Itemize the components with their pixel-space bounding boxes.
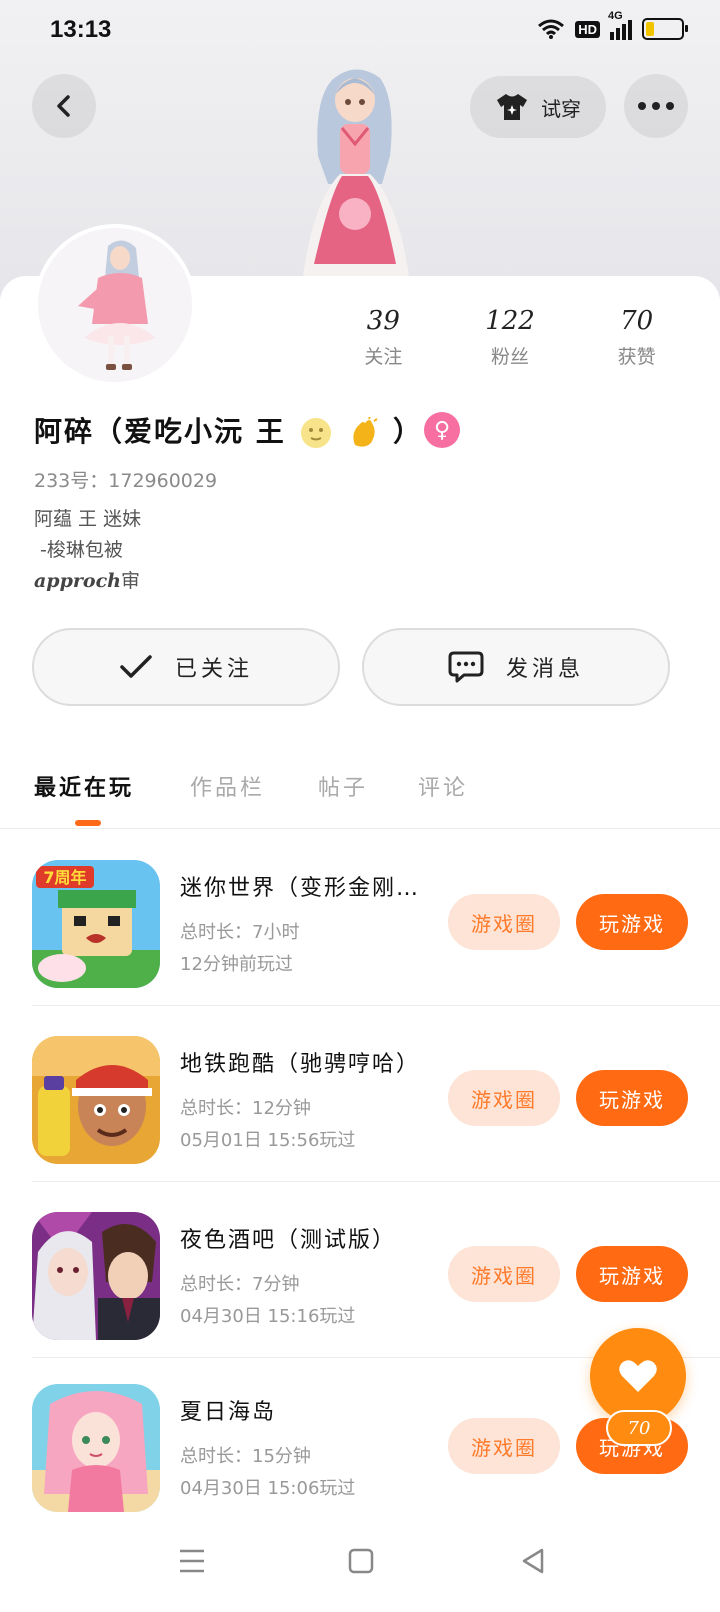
bio-signature-tail: 审 <box>120 570 140 592</box>
stat-followers-label: 粉丝 <box>491 346 530 368</box>
game-circle-button[interactable]: 游戏圈 <box>448 1246 560 1302</box>
checkmark-icon <box>120 655 152 678</box>
game-icon-subway-surfers[interactable] <box>32 1036 160 1164</box>
battery-icon <box>642 18 688 40</box>
avatar[interactable] <box>34 224 196 386</box>
user-id: 233号：172960029 <box>34 470 218 492</box>
like-count-badge: 70 <box>606 1410 672 1446</box>
game-icon-image <box>32 1036 160 1164</box>
game-icon-mini-world[interactable]: 7周年 <box>32 860 160 988</box>
game-last-played: 12分钟前玩过 <box>180 954 293 975</box>
tab-comments[interactable]: 评论 <box>418 770 468 802</box>
tshirt-icon <box>497 94 527 120</box>
try-on-label: 试穿 <box>541 96 581 121</box>
more-dots-icon <box>638 102 674 110</box>
bio-signature: approch <box>34 570 121 592</box>
game-icon-image <box>32 1212 160 1340</box>
active-tab-indicator <box>75 820 101 826</box>
profile-tabs: 最近在玩 作品栏 帖子 评论 <box>0 760 720 828</box>
game-list-item[interactable]: 7周年 迷你世界（变形金刚联动） 总时长：7小时 12分钟前玩过 游戏圈 玩游戏 <box>0 830 720 1006</box>
avatar-3d-figure[interactable] <box>270 64 440 300</box>
play-game-button[interactable]: 玩游戏 <box>576 1246 688 1302</box>
stat-following[interactable]: 39 关注 <box>320 306 447 369</box>
stat-following-value: 39 <box>366 306 400 336</box>
stat-likes-label: 获赞 <box>617 346 656 368</box>
stat-followers[interactable]: 122 粉丝 <box>447 306 574 369</box>
clapping-hands-emoji-icon <box>353 417 378 447</box>
game-last-played: 04月30日 15:06玩过 <box>180 1478 356 1499</box>
send-message-label: 发消息 <box>505 657 584 682</box>
gender-female-icon: ♀ <box>424 412 460 448</box>
status-icons: HD 4G <box>537 10 688 40</box>
game-title: 夜色酒吧（测试版） <box>180 1228 397 1253</box>
game-list-item[interactable]: 地铁跑酷（驰骋哼哈） 总时长：12分钟 05月01日 15:56玩过 游戏圈 玩… <box>0 1006 720 1182</box>
profile-name-suffix: ） <box>393 415 424 448</box>
send-message-button[interactable]: 发消息 <box>362 628 670 706</box>
game-circle-button[interactable]: 游戏圈 <box>448 894 560 950</box>
game-duration: 总时长：7小时 <box>180 922 300 943</box>
menu-icon[interactable] <box>178 1548 206 1574</box>
game-last-played: 04月30日 15:16玩过 <box>180 1306 356 1327</box>
tab-recently-played[interactable]: 最近在玩 <box>34 770 134 802</box>
stat-likes[interactable]: 70 获赞 <box>573 306 700 369</box>
game-circle-button[interactable]: 游戏圈 <box>448 1070 560 1126</box>
wifi-icon <box>538 19 565 39</box>
heart-icon <box>619 1360 657 1392</box>
stat-likes-value: 70 <box>620 306 654 336</box>
avatar-image <box>38 228 192 382</box>
stat-following-label: 关注 <box>364 346 403 368</box>
tab-works[interactable]: 作品栏 <box>190 770 265 802</box>
play-game-button[interactable]: 玩游戏 <box>576 1070 688 1126</box>
game-icon-image: 7周年 <box>32 860 160 988</box>
game-list-item[interactable]: 夜色酒吧（测试版） 总时长：7分钟 04月30日 15:16玩过 游戏圈 玩游戏 <box>0 1182 720 1358</box>
game-icon-night-bar[interactable] <box>32 1212 160 1340</box>
play-game-button[interactable]: 玩游戏 <box>576 894 688 950</box>
followed-label: 已关注 <box>174 657 253 682</box>
network-label: 4G <box>608 10 623 22</box>
game-title: 地铁跑酷（驰骋哼哈） <box>180 1052 421 1077</box>
back-button[interactable] <box>32 74 96 138</box>
moon-face-emoji-icon <box>300 418 331 448</box>
profile-stats: 39 关注 122 粉丝 70 获赞 <box>320 306 700 369</box>
hd-badge: HD <box>575 20 600 38</box>
status-time: 13:13 <box>50 16 112 43</box>
followed-button[interactable]: 已关注 <box>32 628 340 706</box>
game-circle-button[interactable]: 游戏圈 <box>448 1418 560 1474</box>
home-square-icon[interactable] <box>348 1548 374 1574</box>
profile-name-text: 阿碎（爱吃小沅 王 <box>34 415 286 448</box>
chevron-left-icon <box>57 95 70 117</box>
signal-icon: 4G <box>608 10 632 40</box>
gender-symbol: ♀ <box>433 417 451 443</box>
game-duration: 总时长：15分钟 <box>180 1446 311 1467</box>
game-icon-image <box>32 1384 160 1512</box>
profile-bio: 阿蕴 王 迷妹 -梭琳包被 approch审 <box>34 504 141 597</box>
tab-posts[interactable]: 帖子 <box>318 770 368 802</box>
game-title: 迷你世界（变形金刚联动） <box>180 876 430 901</box>
more-button[interactable] <box>624 74 688 138</box>
game-badge-text: 7周年 <box>43 868 86 887</box>
chat-bubble-icon <box>448 651 484 683</box>
game-icon-summer-island[interactable] <box>32 1384 160 1512</box>
tabs-divider <box>0 828 720 829</box>
game-duration: 总时长：7分钟 <box>180 1274 300 1295</box>
status-bar: 13:13 HD 4G <box>0 0 720 66</box>
system-nav-bar <box>0 1532 720 1612</box>
back-triangle-icon[interactable] <box>520 1547 546 1575</box>
profile-name: 阿碎（爱吃小沅 王 ） <box>34 410 423 450</box>
try-on-button[interactable]: 试穿 <box>470 76 606 138</box>
stat-followers-value: 122 <box>485 306 535 336</box>
game-last-played: 05月01日 15:56玩过 <box>180 1130 356 1151</box>
bio-text: 阿蕴 王 迷妹 -梭琳包被 <box>34 508 142 561</box>
game-title: 夏日海岛 <box>180 1400 277 1425</box>
game-duration: 总时长：12分钟 <box>180 1098 311 1119</box>
